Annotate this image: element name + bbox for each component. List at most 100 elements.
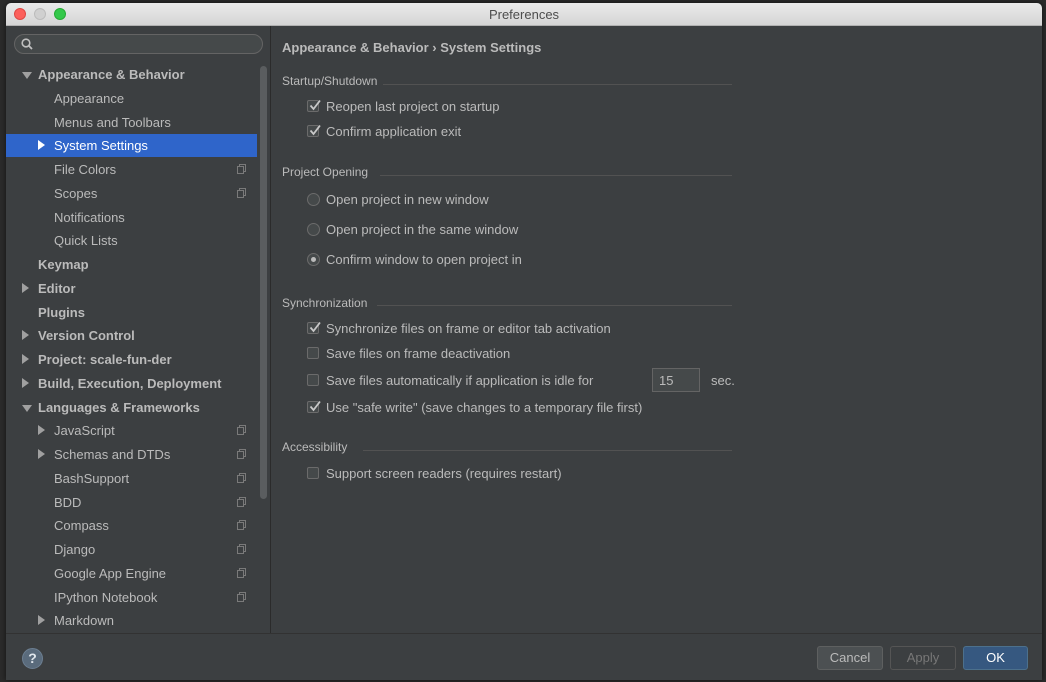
- project-level-icon: [237, 449, 246, 459]
- screen-readers-checkbox[interactable]: [307, 467, 319, 479]
- section-divider: [377, 305, 732, 306]
- expand-right-icon[interactable]: [38, 140, 45, 150]
- sidebar-item[interactable]: IPython Notebook: [6, 586, 257, 609]
- sidebar-item-label: Google App Engine: [54, 566, 167, 581]
- sidebar-item[interactable]: Notifications: [6, 206, 257, 229]
- sidebar-item[interactable]: Build, Execution, Deployment: [6, 372, 257, 395]
- save-when-idle-checkbox[interactable]: [307, 374, 319, 386]
- sidebar-item-label: Markdown: [54, 613, 114, 628]
- open-same-window-radio[interactable]: [307, 223, 320, 236]
- ok-button[interactable]: OK: [963, 646, 1028, 670]
- confirm-window-label: Confirm window to open project in: [326, 252, 522, 267]
- reopen-last-project-checkbox[interactable]: [307, 99, 321, 112]
- sidebar-scrollbar[interactable]: [260, 66, 267, 499]
- confirm-exit-label: Confirm application exit: [326, 124, 462, 139]
- idle-seconds-input[interactable]: [652, 368, 700, 392]
- sidebar-item[interactable]: Markdown: [6, 609, 257, 632]
- search-icon: [21, 38, 33, 50]
- sidebar-item-label: File Colors: [54, 162, 117, 177]
- sidebar-item[interactable]: Quick Lists: [6, 229, 257, 252]
- sidebar-item[interactable]: Languages & Frameworks: [6, 396, 257, 419]
- open-new-window-radio[interactable]: [307, 193, 320, 206]
- sidebar-item[interactable]: JavaScript: [6, 419, 257, 442]
- sidebar-item-label: Editor: [38, 281, 76, 296]
- project-level-icon: [237, 520, 246, 530]
- reopen-last-project-label: Reopen last project on startup: [326, 99, 500, 114]
- expand-right-icon[interactable]: [22, 283, 29, 293]
- apply-button[interactable]: Apply: [890, 646, 956, 670]
- sidebar-item[interactable]: Scopes: [6, 182, 257, 205]
- expand-down-icon[interactable]: [22, 72, 32, 79]
- sidebar-item-label: Menus and Toolbars: [54, 115, 171, 130]
- sidebar-item-label: JavaScript: [54, 423, 115, 438]
- sidebar-item[interactable]: BDD: [6, 491, 257, 514]
- checkmark-icon: [309, 321, 321, 333]
- sidebar-item-label: Languages & Frameworks: [38, 400, 200, 415]
- sync-section-title: Synchronization: [282, 296, 368, 310]
- confirm-window-radio[interactable]: [307, 253, 320, 266]
- project-level-icon: [237, 425, 246, 435]
- safe-write-checkbox[interactable]: [307, 400, 321, 413]
- expand-right-icon[interactable]: [38, 615, 45, 625]
- settings-sidebar: Appearance & Behavior Appearance Menus and…: [6, 26, 271, 633]
- sidebar-item[interactable]: Project: scale-fun-der: [6, 348, 257, 371]
- sidebar-item-label: System Settings: [54, 138, 148, 153]
- save-on-deactivation-checkbox[interactable]: [307, 347, 319, 359]
- project-level-icon: [237, 473, 246, 483]
- project-level-icon: [237, 188, 246, 198]
- sidebar-item-label: Keymap: [38, 257, 89, 272]
- help-button[interactable]: ?: [22, 648, 43, 669]
- checkmark-icon: [309, 124, 321, 136]
- title-bar: Preferences: [6, 3, 1042, 26]
- sidebar-item[interactable]: Keymap: [6, 253, 257, 276]
- sidebar-item[interactable]: Appearance: [6, 87, 257, 110]
- sidebar-item[interactable]: System Settings: [6, 134, 257, 157]
- project-level-icon: [237, 164, 246, 174]
- preferences-window: Preferences Appearance & Behavior Appeara…: [6, 3, 1042, 680]
- expand-right-icon[interactable]: [22, 330, 29, 340]
- project-opening-section-title: Project Opening: [282, 165, 369, 179]
- sidebar-item[interactable]: Editor: [6, 277, 257, 300]
- idle-seconds-unit: sec.: [711, 373, 735, 388]
- sidebar-item[interactable]: File Colors: [6, 158, 257, 181]
- sidebar-item[interactable]: Menus and Toolbars: [6, 111, 257, 134]
- sidebar-item[interactable]: Compass: [6, 514, 257, 537]
- sidebar-item-label: BDD: [54, 495, 82, 510]
- sidebar-item[interactable]: Schemas and DTDs: [6, 443, 257, 466]
- section-divider: [380, 175, 732, 176]
- expand-right-icon[interactable]: [38, 425, 45, 435]
- expand-right-icon[interactable]: [38, 449, 45, 459]
- sidebar-item[interactable]: BashSupport: [6, 467, 257, 490]
- sidebar-item-label: Appearance: [54, 91, 125, 106]
- confirm-exit-checkbox[interactable]: [307, 124, 321, 137]
- sidebar-item-label: Build, Execution, Deployment: [38, 376, 222, 391]
- project-level-icon: [237, 544, 246, 554]
- save-when-idle-label: Save files automatically if application …: [326, 373, 594, 388]
- checkmark-icon: [309, 99, 321, 111]
- cancel-button[interactable]: Cancel: [817, 646, 883, 670]
- settings-search-input[interactable]: [14, 34, 263, 54]
- sync-files-label: Synchronize files on frame or editor tab…: [326, 321, 611, 336]
- open-new-window-label: Open project in new window: [326, 192, 489, 207]
- sidebar-item-label: Django: [54, 542, 96, 557]
- sidebar-item[interactable]: Plugins: [6, 301, 257, 324]
- expand-down-icon[interactable]: [22, 405, 32, 412]
- sidebar-item[interactable]: Appearance & Behavior: [6, 63, 257, 86]
- checkmark-icon: [309, 400, 321, 412]
- accessibility-section-title: Accessibility: [282, 440, 348, 454]
- breadcrumb: Appearance & Behavior › System Settings: [282, 40, 542, 55]
- section-divider: [383, 84, 732, 85]
- expand-right-icon[interactable]: [22, 378, 29, 388]
- sync-files-checkbox[interactable]: [307, 321, 321, 334]
- sidebar-item-label: Quick Lists: [54, 233, 118, 248]
- sidebar-item-label: Schemas and DTDs: [54, 447, 171, 462]
- project-level-icon: [237, 497, 246, 507]
- sidebar-item-label: Plugins: [38, 305, 85, 320]
- expand-right-icon[interactable]: [22, 354, 29, 364]
- sidebar-item[interactable]: Google App Engine: [6, 562, 257, 585]
- screen-readers-label: Support screen readers (requires restart…: [326, 466, 562, 481]
- safe-write-label: Use "safe write" (save changes to a temp…: [326, 400, 643, 415]
- sidebar-item-label: Project: scale-fun-der: [38, 352, 172, 367]
- sidebar-item[interactable]: Version Control: [6, 324, 257, 347]
- sidebar-item[interactable]: Django: [6, 538, 257, 561]
